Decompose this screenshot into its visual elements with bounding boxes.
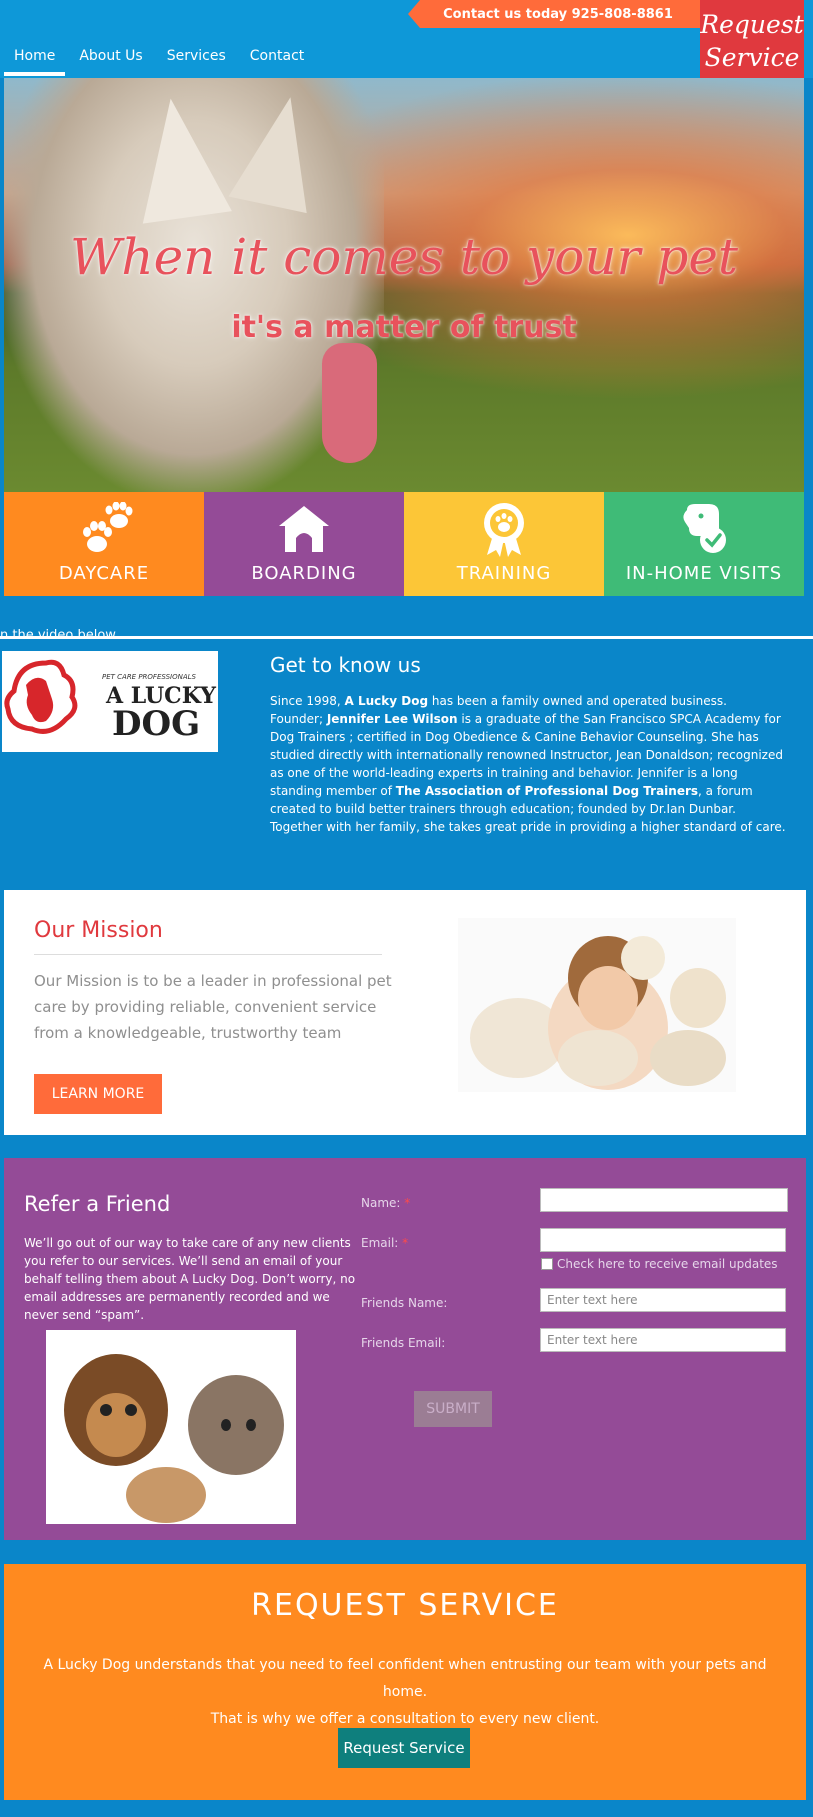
ribbon-line-1: Request [700, 10, 804, 39]
tile-in-home-visits[interactable]: IN-HOME VISITS [604, 492, 804, 596]
hero-subtitle: it's a matter of trust [231, 310, 577, 345]
submit-button[interactable]: SUBMIT [414, 1391, 492, 1427]
nav-services[interactable]: Services [157, 42, 236, 76]
learn-more-button[interactable]: LEARN MORE [34, 1074, 162, 1114]
request-text-line-1: A Lucky Dog understands that you need to… [43, 1657, 767, 1700]
friends-name-label: Friends Name: [361, 1296, 448, 1310]
friends-email-label: Friends Email: [361, 1336, 446, 1350]
email-label: Email: * [361, 1236, 409, 1250]
logo-line-2: DOG [112, 704, 200, 744]
mission-divider [34, 954, 382, 955]
contact-text: Contact us today 925-808-8861 [443, 6, 673, 22]
email-updates-label: Check here to receive email updates [557, 1257, 778, 1271]
tile-label-in-home-visits: IN-HOME VISITS [625, 563, 783, 584]
award-ribbon-icon [472, 501, 536, 557]
friends-email-input[interactable]: Enter text here [540, 1328, 786, 1352]
tile-label-daycare: DAYCARE [58, 563, 150, 584]
refer-title: Refer a Friend [24, 1192, 171, 1216]
name-input[interactable] [540, 1188, 788, 1212]
pets-photo [46, 1330, 296, 1524]
request-title: REQUEST SERVICE [251, 1588, 559, 1623]
friends-name-input[interactable]: Enter text here [540, 1288, 786, 1312]
tile-label-boarding: BOARDING [251, 563, 357, 584]
tile-label-training: TRAINING [456, 563, 552, 584]
mission-section: Our Mission Our Mission is to be a leade… [4, 890, 806, 1135]
dog-ear-left [126, 92, 232, 224]
hero-banner: When it comes to your pet it's a matter … [4, 78, 804, 492]
tile-training[interactable]: TRAINING [404, 492, 604, 596]
email-updates-row: Check here to receive email updates [541, 1257, 778, 1271]
tile-boarding[interactable]: BOARDING [204, 492, 404, 596]
refer-friend-section: Refer a Friend We’ll go out of our way t… [4, 1158, 806, 1540]
mission-text: Our Mission is to be a leader in profess… [34, 972, 392, 1042]
refer-text: We’ll go out of our way to take care of … [24, 1236, 356, 1322]
dog-check-icon [672, 501, 736, 557]
ribbon-line-2: Service [704, 43, 800, 72]
logo-tagline: PET CARE PROFESSIONALS [102, 673, 197, 681]
about-text: Since 1998, A Lucky Dog has been a famil… [270, 694, 786, 834]
main-nav: Home About Us Services Contact [4, 42, 318, 76]
name-label: Name: * [361, 1196, 411, 1210]
nav-home[interactable]: Home [4, 42, 66, 76]
tile-daycare[interactable]: DAYCARE [4, 492, 204, 596]
video-caption-fragment: n the video below [0, 628, 116, 642]
contact-strip[interactable]: Contact us today 925-808-8861 [408, 0, 708, 28]
email-updates-checkbox[interactable] [541, 1258, 553, 1270]
company-logo[interactable]: PET CARE PROFESSIONALS A LUCKY DOG [2, 651, 218, 752]
email-input[interactable] [540, 1228, 786, 1252]
dog-house-icon [272, 501, 336, 557]
dog-tongue [322, 343, 377, 463]
request-service-section: REQUEST SERVICE A Lucky Dog understands … [4, 1564, 806, 1800]
section-divider [0, 636, 813, 639]
nav-contact[interactable]: Contact [240, 42, 314, 76]
about-title: Get to know us [270, 653, 421, 677]
request-service-button[interactable]: Request Service [338, 1728, 470, 1768]
request-text: A Lucky Dog understands that you need to… [24, 1652, 786, 1733]
paw-icon [72, 501, 136, 557]
nav-about-us[interactable]: About Us [69, 42, 152, 76]
hero-title: When it comes to your pet [69, 228, 739, 286]
woman-with-puppies-photo [458, 918, 736, 1092]
mission-title: Our Mission [34, 918, 163, 943]
